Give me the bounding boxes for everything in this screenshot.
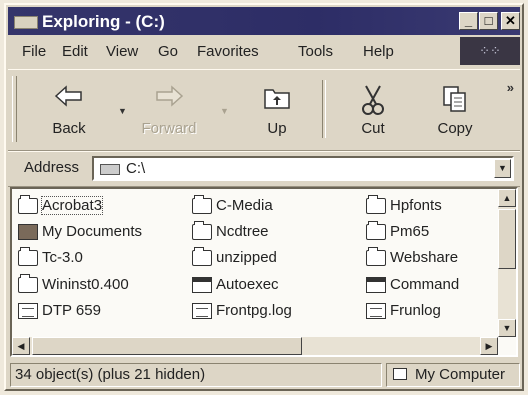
back-label: Back xyxy=(52,120,86,137)
address-bar: Address C:\ ▼ xyxy=(8,151,520,187)
scissors-icon xyxy=(362,85,384,115)
menu-edit[interactable]: Edit xyxy=(62,43,88,60)
folder-icon xyxy=(366,221,386,240)
back-dropdown-icon[interactable]: ▼ xyxy=(118,106,128,116)
forward-button[interactable]: Forward xyxy=(138,78,200,140)
status-location-label: My Computer xyxy=(415,366,506,383)
address-input[interactable]: C:\ ▼ xyxy=(92,156,514,181)
folder-icon xyxy=(366,195,386,214)
address-label: Address xyxy=(24,159,80,176)
copy-label: Copy xyxy=(437,120,473,137)
status-bar: 34 object(s) (plus 21 hidden) My Compute… xyxy=(8,361,520,389)
file-name: Pm65 xyxy=(390,223,430,240)
scroll-up-button[interactable]: ▲ xyxy=(498,189,516,207)
scroll-left-button[interactable]: ◀ xyxy=(12,337,30,355)
file-name: Tc-3.0 xyxy=(42,249,83,266)
up-button[interactable]: Up xyxy=(246,78,308,140)
horizontal-scroll-thumb[interactable] xyxy=(32,337,302,355)
file-list: Acrobat3 My Documents Tc-3.0 Wininst0.40… xyxy=(10,187,518,357)
file-name: Ncdtree xyxy=(216,223,269,240)
window-title: Exploring - (C:) xyxy=(42,12,165,31)
status-object-count: 34 object(s) (plus 21 hidden) xyxy=(10,363,382,387)
close-button[interactable]: ✕ xyxy=(501,12,520,30)
toolbar-more-button[interactable]: » xyxy=(507,80,514,95)
folder-icon xyxy=(18,274,38,293)
toolbar: Back ▼ Forward ▼ Up Cut Copy » xyxy=(8,69,520,151)
file-name: Hpfonts xyxy=(390,197,442,214)
file-name: DTP 659 xyxy=(42,302,101,319)
maximize-button[interactable]: □ xyxy=(479,12,498,30)
forward-dropdown-icon[interactable]: ▼ xyxy=(220,106,230,116)
document-icon xyxy=(18,303,38,319)
file-name: Command xyxy=(390,276,460,293)
msdos-program-icon xyxy=(366,277,386,293)
address-dropdown-button[interactable]: ▼ xyxy=(494,159,511,178)
menu-tools[interactable]: Tools xyxy=(298,43,333,60)
file-name: unzipped xyxy=(216,249,277,266)
file-name: Wininst0.400 xyxy=(42,276,129,293)
folder-icon xyxy=(18,247,38,266)
horizontal-scrollbar[interactable]: ◀ ▶ xyxy=(12,337,498,355)
menu-file[interactable]: File xyxy=(22,43,46,60)
back-button[interactable]: Back xyxy=(38,78,100,140)
title-bar[interactable]: Exploring - (C:) _ □ ✕ xyxy=(8,7,520,35)
up-label: Up xyxy=(267,120,287,137)
drive-icon xyxy=(100,164,120,175)
menu-go[interactable]: Go xyxy=(158,43,178,60)
file-name: Frontpg.log xyxy=(216,302,292,319)
folder-icon xyxy=(192,195,212,214)
drive-icon xyxy=(14,16,38,29)
toolbar-grip[interactable] xyxy=(12,76,17,142)
menu-favorites[interactable]: Favorites xyxy=(197,43,259,60)
minimize-button[interactable]: _ xyxy=(459,12,478,30)
file-name: Autoexec xyxy=(216,276,279,293)
vertical-scroll-thumb[interactable] xyxy=(498,209,516,269)
explorer-window: Exploring - (C:) _ □ ✕ File Edit View Go… xyxy=(4,3,524,391)
folder-icon xyxy=(18,195,38,214)
back-arrow-icon xyxy=(54,85,82,107)
cut-button[interactable]: Cut xyxy=(342,78,404,140)
file-name: My Documents xyxy=(42,223,143,240)
vertical-scrollbar[interactable]: ▲ ▼ xyxy=(498,189,516,337)
menu-bar: File Edit View Go Favorites Tools Help ⁘… xyxy=(8,37,520,65)
scroll-down-button[interactable]: ▼ xyxy=(498,319,516,337)
computer-icon xyxy=(393,368,407,380)
scroll-right-button[interactable]: ▶ xyxy=(480,337,498,355)
copy-button[interactable]: Copy xyxy=(424,78,486,140)
toolbar-separator xyxy=(322,80,326,138)
file-name: C-Media xyxy=(216,197,273,214)
cut-label: Cut xyxy=(361,120,385,137)
menu-help[interactable]: Help xyxy=(363,43,394,60)
address-value: C:\ xyxy=(126,160,146,177)
status-location: My Computer xyxy=(386,363,520,387)
copy-icon xyxy=(443,86,466,112)
windows-logo-icon: ⁘⁘ xyxy=(460,37,520,65)
folder-icon xyxy=(192,247,212,266)
up-folder-icon xyxy=(264,89,290,109)
forward-arrow-icon xyxy=(156,85,184,107)
forward-label: Forward xyxy=(141,120,197,137)
file-name: Frunlog xyxy=(390,302,441,319)
file-name: Acrobat3 xyxy=(40,196,104,215)
folder-icon xyxy=(192,221,212,240)
menu-view[interactable]: View xyxy=(106,43,138,60)
batch-file-icon xyxy=(192,277,212,293)
my-documents-icon xyxy=(18,224,38,240)
folder-icon xyxy=(366,247,386,266)
file-name: Webshare xyxy=(390,249,459,266)
document-icon xyxy=(192,303,212,319)
document-icon xyxy=(366,303,386,319)
